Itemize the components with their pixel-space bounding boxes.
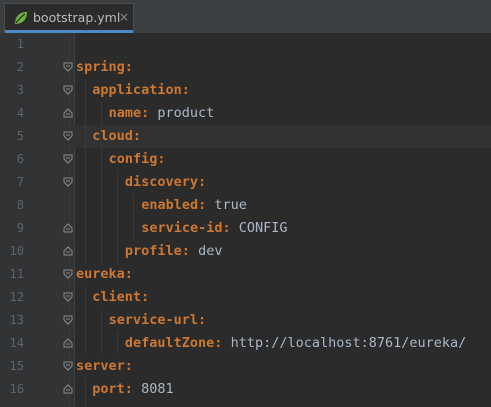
indent-guide <box>85 378 86 407</box>
fold-collapse-icon[interactable] <box>63 269 73 279</box>
code-line[interactable]: discovery: <box>125 171 206 194</box>
line-number: 4 <box>16 106 24 120</box>
fold-end-icon[interactable] <box>63 384 73 394</box>
line-number: 7 <box>16 175 24 189</box>
fold-collapse-icon[interactable] <box>63 154 73 164</box>
code-line[interactable]: name: product <box>109 102 215 125</box>
yaml-value: product <box>157 105 215 121</box>
line-number: 5 <box>16 129 24 143</box>
code-line[interactable]: profile: dev <box>125 240 223 263</box>
current-line-highlight <box>0 125 491 148</box>
line-number: 13 <box>9 313 24 327</box>
code-line[interactable]: server: <box>76 355 133 378</box>
yaml-key: service-id: <box>141 220 231 236</box>
yaml-key: enabled: <box>141 197 207 213</box>
yaml-key: cloud: <box>92 128 142 144</box>
tab-bootstrap-yml[interactable]: bootstrap.yml × <box>4 3 134 33</box>
code-line[interactable]: application: <box>92 79 190 102</box>
indent-guide <box>101 148 102 263</box>
line-number: 11 <box>9 267 24 281</box>
indent-guide <box>85 79 86 263</box>
fold-end-icon[interactable] <box>63 223 73 233</box>
yaml-key: name: <box>108 105 150 121</box>
yaml-value: http://localhost:8761/eureka/ <box>230 335 467 351</box>
code-line[interactable]: defaultZone: http://localhost:8761/eurek… <box>125 332 466 355</box>
yaml-key: config: <box>108 151 166 167</box>
fold-end-icon[interactable] <box>63 108 73 118</box>
yaml-value: dev <box>198 243 223 259</box>
yaml-key: discovery: <box>124 174 207 190</box>
editor-tab-bar: bootstrap.yml × <box>0 0 491 33</box>
yaml-key: application: <box>92 82 190 98</box>
yaml-key: defaultZone: <box>124 335 223 351</box>
code-line[interactable]: service-id: CONFIG <box>141 217 287 240</box>
yaml-key: eureka: <box>76 266 133 282</box>
yaml-value: CONFIG <box>238 220 288 236</box>
indent-guide <box>85 286 86 355</box>
line-number: 2 <box>16 60 24 74</box>
yaml-value: 8081 <box>141 381 174 397</box>
code-line[interactable]: eureka: <box>76 263 133 286</box>
indent-guide <box>133 194 134 240</box>
yaml-key: profile: <box>124 243 190 259</box>
yaml-value: true <box>214 197 247 213</box>
code-line[interactable]: config: <box>109 148 166 171</box>
code-line[interactable]: service-url: <box>109 309 207 332</box>
fold-collapse-icon[interactable] <box>63 361 73 371</box>
indent-guide <box>117 171 118 263</box>
fold-end-icon[interactable] <box>63 246 73 256</box>
line-number: 8 <box>16 198 24 212</box>
fold-collapse-icon[interactable] <box>63 292 73 302</box>
line-number: 6 <box>16 152 24 166</box>
leaf-icon <box>15 12 27 24</box>
code-line[interactable]: cloud: <box>92 125 141 148</box>
indent-guide <box>101 102 102 125</box>
yaml-key: client: <box>92 289 150 305</box>
close-icon[interactable]: × <box>119 9 129 25</box>
line-number: 9 <box>16 221 24 235</box>
indent-guide <box>101 309 102 355</box>
line-number: 12 <box>9 290 24 304</box>
line-number: 10 <box>9 244 24 258</box>
tab-label: bootstrap.yml <box>33 10 121 25</box>
fold-collapse-icon[interactable] <box>63 177 73 187</box>
line-number: 15 <box>9 359 24 373</box>
code-line[interactable]: client: <box>92 286 149 309</box>
yaml-key: service-url: <box>108 312 207 328</box>
code-line[interactable]: spring: <box>76 56 133 79</box>
fold-collapse-icon[interactable] <box>63 315 73 325</box>
line-number: 14 <box>9 336 24 350</box>
yaml-key: spring: <box>76 59 133 75</box>
line-number: 3 <box>16 83 24 97</box>
fold-collapse-icon[interactable] <box>63 62 73 72</box>
line-number: 1 <box>16 37 24 51</box>
code-line[interactable]: port: 8081 <box>92 378 173 401</box>
indent-guide <box>117 332 118 355</box>
yaml-key: server: <box>76 358 133 374</box>
fold-collapse-icon[interactable] <box>63 85 73 95</box>
line-number: 16 <box>9 382 24 396</box>
fold-collapse-icon[interactable] <box>63 131 73 141</box>
code-line[interactable]: enabled: true <box>141 194 247 217</box>
yaml-key: port: <box>92 381 133 397</box>
fold-end-icon[interactable] <box>63 338 73 348</box>
